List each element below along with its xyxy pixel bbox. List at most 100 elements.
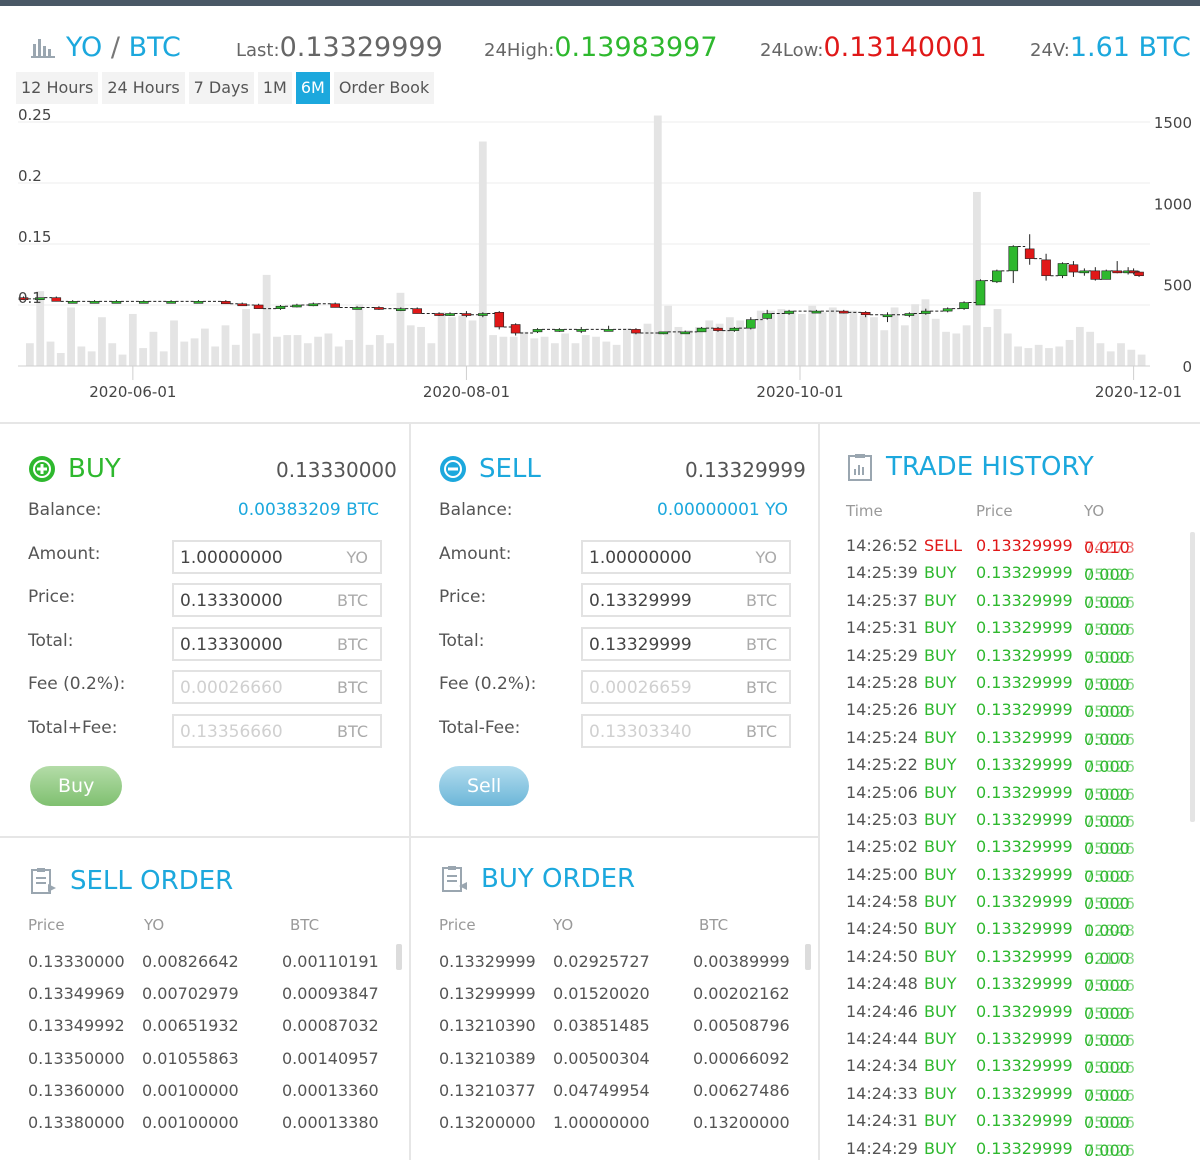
trade-row[interactable]: 14:26:52 SELL 0.13329999 0.010 74273 xyxy=(846,534,1186,561)
buy-order-cell: 0.13210390 xyxy=(439,1016,536,1036)
volume-bar xyxy=(602,341,611,366)
sell-price-input[interactable] xyxy=(589,590,739,612)
volume-bar xyxy=(118,354,127,366)
vol-label: 24V: xyxy=(1030,40,1070,61)
history-scrollbar[interactable] xyxy=(1190,532,1195,822)
sell-order-row[interactable]: 0.13380000 0.00100000 0.00013380 xyxy=(28,1109,388,1141)
sell-order-row[interactable]: 0.13349969 0.00702979 0.00093847 xyxy=(28,980,388,1012)
trade-price: 0.13329999 xyxy=(976,919,1073,939)
trade-row[interactable]: 14:25:03 BUY 0.13329999 0.000 75026 xyxy=(846,808,1186,835)
candle-body xyxy=(237,303,248,307)
sell-order-row[interactable]: 0.13349992 0.00651932 0.00087032 xyxy=(28,1012,388,1044)
buy-grand-unit: BTC xyxy=(337,722,368,741)
volume-bar xyxy=(581,335,590,366)
trade-row[interactable]: 14:24:33 BUY 0.13329999 0.000 75026 xyxy=(846,1082,1186,1109)
buy-amount-input[interactable] xyxy=(180,547,330,569)
volume-bar xyxy=(211,346,220,366)
pair-title: YO / BTC xyxy=(30,32,181,63)
trade-row[interactable]: 14:25:31 BUY 0.13329999 0.000 75026 xyxy=(846,616,1186,643)
tab-24-hours[interactable]: 24 Hours xyxy=(102,72,185,104)
buy-order-row[interactable]: 0.13210377 0.04749954 0.00627486 xyxy=(439,1077,799,1109)
trade-amount-tail: 75026 xyxy=(1084,1113,1135,1133)
buy-order-row[interactable]: 0.13210389 0.00500304 0.00066092 xyxy=(439,1045,799,1077)
trade-row[interactable]: 14:24:48 BUY 0.13329999 0.000 75026 xyxy=(846,972,1186,999)
trade-price: 0.13329999 xyxy=(976,946,1073,966)
candle-body xyxy=(166,301,176,304)
low-price: 24Low:0.13140001 xyxy=(760,32,987,63)
buy-balance-value[interactable]: 0.00383209 BTC xyxy=(238,500,379,520)
low-value: 0.13140001 xyxy=(823,32,987,63)
sell-order-cell: 0.13349992 xyxy=(28,1016,125,1036)
tab-order-book[interactable]: Order Book xyxy=(333,72,435,104)
volume-bar xyxy=(859,315,868,366)
tab-6m[interactable]: 6M xyxy=(295,72,330,104)
trade-row[interactable]: 14:24:31 BUY 0.13329999 0.000 75026 xyxy=(846,1109,1186,1136)
trade-row[interactable]: 14:25:29 BUY 0.13329999 0.000 75026 xyxy=(846,644,1186,671)
trade-row[interactable]: 14:25:24 BUY 0.13329999 0.000 75026 xyxy=(846,726,1186,753)
sell-amount-unit: YO xyxy=(755,548,778,567)
sell-button[interactable]: Sell xyxy=(439,766,530,806)
trade-row[interactable]: 14:25:00 BUY 0.13329999 0.000 75026 xyxy=(846,863,1186,890)
sell-order-row[interactable]: 0.13360000 0.00100000 0.00013360 xyxy=(28,1077,388,1109)
trade-row[interactable]: 14:24:46 BUY 0.13329999 0.000 75026 xyxy=(846,1000,1186,1027)
trade-amount-tail: 74273 xyxy=(1084,538,1135,557)
trade-row[interactable]: 14:24:34 BUY 0.13329999 0.000 75026 xyxy=(846,1054,1186,1081)
trade-row[interactable]: 14:25:26 BUY 0.13329999 0.000 75026 xyxy=(846,698,1186,725)
buy-order-cell: 0.00389999 xyxy=(693,952,790,971)
volume-bar xyxy=(839,312,847,366)
buy-order-cell: 0.03851485 xyxy=(553,1016,650,1036)
range-tabs: 12 Hours 24 Hours 7 Days 1M 6M Order Boo… xyxy=(16,72,435,104)
candle-body xyxy=(554,329,565,332)
volume-bars xyxy=(26,115,1146,366)
volume-bar xyxy=(1137,354,1146,366)
sell-order-row[interactable]: 0.13350000 0.01055863 0.00140957 xyxy=(28,1045,388,1077)
volume-24h: 24V:1.61 BTC xyxy=(1030,32,1191,63)
y-tick-right: 1000 xyxy=(1154,195,1192,213)
tab-7-days[interactable]: 7 Days xyxy=(188,72,254,104)
candle-body xyxy=(1057,263,1068,277)
tab-12-hours[interactable]: 12 Hours xyxy=(16,72,99,104)
buy-order-scrollbar[interactable] xyxy=(805,944,811,970)
trade-row[interactable]: 14:25:02 BUY 0.13329999 0.000 75026 xyxy=(846,835,1186,862)
trade-row[interactable]: 14:25:06 BUY 0.13329999 0.000 75026 xyxy=(846,781,1186,808)
volume-bar xyxy=(952,333,961,366)
trade-time: 14:25:06 xyxy=(846,782,918,802)
sell-balance-value[interactable]: 0.00000001 YO xyxy=(657,500,788,520)
buy-total-input[interactable] xyxy=(180,634,330,656)
volume-bar xyxy=(849,310,858,366)
trade-row[interactable]: 14:24:44 BUY 0.13329999 0.000 75026 xyxy=(846,1027,1186,1054)
sell-order-cell: 0.13349969 xyxy=(28,984,125,1004)
sell-title: SELL 0.13329999 xyxy=(439,452,806,486)
tab-1m[interactable]: 1M xyxy=(257,72,292,104)
volume-bar xyxy=(458,315,467,366)
volume-bar xyxy=(200,328,209,366)
sell-order-scrollbar[interactable] xyxy=(396,944,402,970)
buy-order-row[interactable]: 0.13210390 0.03851485 0.00508796 xyxy=(439,1012,799,1044)
buy-total-unit: BTC xyxy=(337,635,368,654)
buy-order-row[interactable]: 0.13329999 0.02925727 0.00389999 xyxy=(439,948,799,980)
buy-button[interactable]: Buy xyxy=(30,766,123,806)
trade-row[interactable]: 14:25:28 BUY 0.13329999 0.000 75026 xyxy=(846,671,1186,698)
volume-bar xyxy=(1024,348,1033,366)
trade-row[interactable]: 14:25:37 BUY 0.13329999 0.000 75026 xyxy=(846,589,1186,616)
trade-amount-tail: 75026 xyxy=(1084,620,1135,640)
sell-price-field: BTC xyxy=(581,583,791,617)
sell-total-input[interactable] xyxy=(589,634,739,656)
trade-row[interactable]: 14:24:50 BUY 0.13329999 0.000 12848 xyxy=(846,917,1186,944)
buy-order-row[interactable]: 0.13200000 1.00000000 0.13200000 xyxy=(439,1109,799,1141)
trade-row[interactable]: 14:24:58 BUY 0.13329999 0.000 75026 xyxy=(846,890,1186,917)
volume-bar xyxy=(1086,331,1095,366)
trade-row[interactable]: 14:24:50 BUY 0.13329999 0.000 62178 xyxy=(846,945,1186,972)
sell-amount-input[interactable] xyxy=(589,547,739,569)
volume-bar xyxy=(561,333,570,366)
trade-row[interactable]: 14:25:39 BUY 0.13329999 0.000 75026 xyxy=(846,561,1186,588)
buy-price-input[interactable] xyxy=(180,590,330,612)
volume-bar xyxy=(736,320,745,366)
sell-order-row[interactable]: 0.13330000 0.00826642 0.00110191 xyxy=(28,948,388,980)
buy-order-row[interactable]: 0.13299999 0.01520020 0.00202162 xyxy=(439,980,799,1012)
trade-row[interactable]: 14:24:29 BUY 0.13329999 0.000 75026 xyxy=(846,1137,1186,1160)
trade-row[interactable]: 14:25:22 BUY 0.13329999 0.000 75026 xyxy=(846,753,1186,780)
trade-price: 0.13329999 xyxy=(976,892,1073,912)
volume-bar xyxy=(520,331,528,366)
volume-bar xyxy=(283,335,292,366)
